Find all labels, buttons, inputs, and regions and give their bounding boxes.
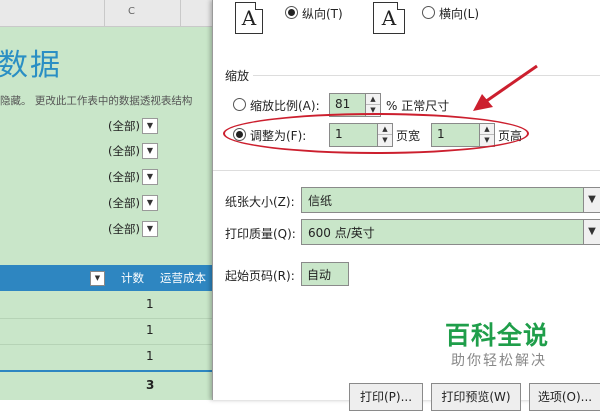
total-row: 3 xyxy=(0,370,212,400)
watermark-title: 百科全说 xyxy=(445,321,550,350)
spin-up-icon[interactable]: ▲ xyxy=(378,124,392,135)
filter-value: (全部) xyxy=(108,196,140,210)
spinner-arrows[interactable]: ▲ ▼ xyxy=(365,94,380,116)
table-row[interactable]: 1 xyxy=(0,344,212,371)
total-count: 3 xyxy=(146,378,155,392)
spin-up-icon[interactable]: ▲ xyxy=(480,124,494,135)
filter-dropdown-icon[interactable]: ▼ xyxy=(142,118,158,134)
print-preview-button[interactable]: 打印预览(W) xyxy=(431,383,521,411)
fit-to-radio[interactable] xyxy=(233,128,246,141)
filter-value: (全部) xyxy=(108,144,140,158)
options-button[interactable]: 选项(O)... xyxy=(529,383,600,411)
filter-value: (全部) xyxy=(108,119,140,133)
filter-row: (全部) ▼ xyxy=(108,143,158,161)
spin-down-icon[interactable]: ▼ xyxy=(366,105,380,115)
spreadsheet-background: C 数据 隐藏。 更改此工作表中的数据透视表结构 (全部) ▼ (全部) ▼ (… xyxy=(0,0,212,400)
annotation-arrow-icon xyxy=(473,64,538,111)
spin-down-icon[interactable]: ▼ xyxy=(480,135,494,145)
fit-to-label[interactable]: 调整为(F): xyxy=(250,127,306,144)
spin-up-icon[interactable]: ▲ xyxy=(366,94,380,105)
column-header-c[interactable]: C xyxy=(128,6,135,17)
pages-wide-label: 页宽 xyxy=(396,129,421,143)
landscape-radio[interactable] xyxy=(422,6,435,19)
filter-row: (全部) ▼ xyxy=(108,221,158,239)
portrait-page-icon: A xyxy=(235,2,263,34)
chevron-down-icon[interactable]: ▼ xyxy=(583,188,600,212)
sheet-note: 隐藏。 更改此工作表中的数据透视表结构 xyxy=(0,95,193,107)
paper-size-select[interactable]: 信纸 ▼ xyxy=(301,187,600,213)
filter-row: (全部) ▼ xyxy=(108,195,158,213)
column-divider xyxy=(180,0,181,26)
scaling-section-title: 缩放 xyxy=(225,69,250,83)
print-quality-label: 打印质量(Q): xyxy=(225,227,296,241)
row-count: 1 xyxy=(146,323,154,337)
landscape-label[interactable]: 横向(L) xyxy=(439,5,479,22)
normal-size-label: % 正常尺寸 xyxy=(386,99,450,113)
print-button[interactable]: 打印(P)... xyxy=(349,383,423,411)
pivot-header-row: ▼ 计数 运营成本 xyxy=(0,265,212,291)
scale-percent-value: 81 xyxy=(335,97,351,111)
column-divider xyxy=(104,0,105,26)
section-divider xyxy=(253,75,600,76)
filter-value: (全部) xyxy=(108,222,140,236)
print-quality-select[interactable]: 600 点/英寸 ▼ xyxy=(301,219,600,245)
spin-down-icon[interactable]: ▼ xyxy=(378,135,392,145)
filter-dropdown-icon[interactable]: ▼ xyxy=(142,169,158,185)
adjust-to-label[interactable]: 缩放比例(A): xyxy=(250,97,320,114)
pages-wide-spinner[interactable]: 1 ▲ ▼ xyxy=(329,123,393,147)
first-page-number-value: 自动 xyxy=(307,268,332,282)
filter-row: (全部) ▼ xyxy=(108,169,158,187)
filter-row: (全部) ▼ xyxy=(108,118,158,136)
watermark-subtitle: 助你轻松解决 xyxy=(451,353,547,369)
row-count: 1 xyxy=(146,297,154,311)
landscape-page-icon: A xyxy=(373,2,405,34)
paper-size-label: 纸张大小(Z): xyxy=(225,195,295,209)
pages-tall-spinner[interactable]: 1 ▲ ▼ xyxy=(431,123,495,147)
portrait-label[interactable]: 纵向(T) xyxy=(302,5,343,22)
scale-percent-spinner[interactable]: 81 ▲ ▼ xyxy=(329,93,381,117)
page-setup-dialog: A 纵向(T) A 横向(L) 缩放 缩放比例(A): 81 ▲ ▼ % 正常尺… xyxy=(212,0,600,411)
filter-dropdown-icon[interactable]: ▼ xyxy=(142,221,158,237)
pages-tall-value: 1 xyxy=(437,127,445,141)
first-page-number-label: 起始页码(R): xyxy=(225,269,295,283)
pages-tall-label: 页高 xyxy=(498,129,523,143)
table-row[interactable]: 1 xyxy=(0,318,212,345)
spinner-arrows[interactable]: ▲ ▼ xyxy=(377,124,392,146)
column-header-bar: C xyxy=(0,0,212,27)
print-quality-value: 600 点/英寸 xyxy=(308,226,375,240)
section-divider xyxy=(213,170,600,171)
pivot-header-cost: 运营成本 xyxy=(160,271,206,285)
portrait-radio[interactable] xyxy=(285,6,298,19)
pages-wide-value: 1 xyxy=(335,127,343,141)
first-page-number-input[interactable]: 自动 xyxy=(301,262,349,286)
chevron-down-icon[interactable]: ▼ xyxy=(583,220,600,244)
filter-value: (全部) xyxy=(108,170,140,184)
table-row[interactable]: 1 xyxy=(0,292,212,319)
pivot-filter-dropdown-icon[interactable]: ▼ xyxy=(90,271,105,286)
paper-size-value: 信纸 xyxy=(308,194,333,208)
row-count: 1 xyxy=(146,349,154,363)
filter-dropdown-icon[interactable]: ▼ xyxy=(142,143,158,159)
sheet-title: 数据 xyxy=(0,48,62,83)
pivot-header-count: 计数 xyxy=(121,271,144,285)
spinner-arrows[interactable]: ▲ ▼ xyxy=(479,124,494,146)
filter-dropdown-icon[interactable]: ▼ xyxy=(142,195,158,211)
adjust-to-radio[interactable] xyxy=(233,98,246,111)
